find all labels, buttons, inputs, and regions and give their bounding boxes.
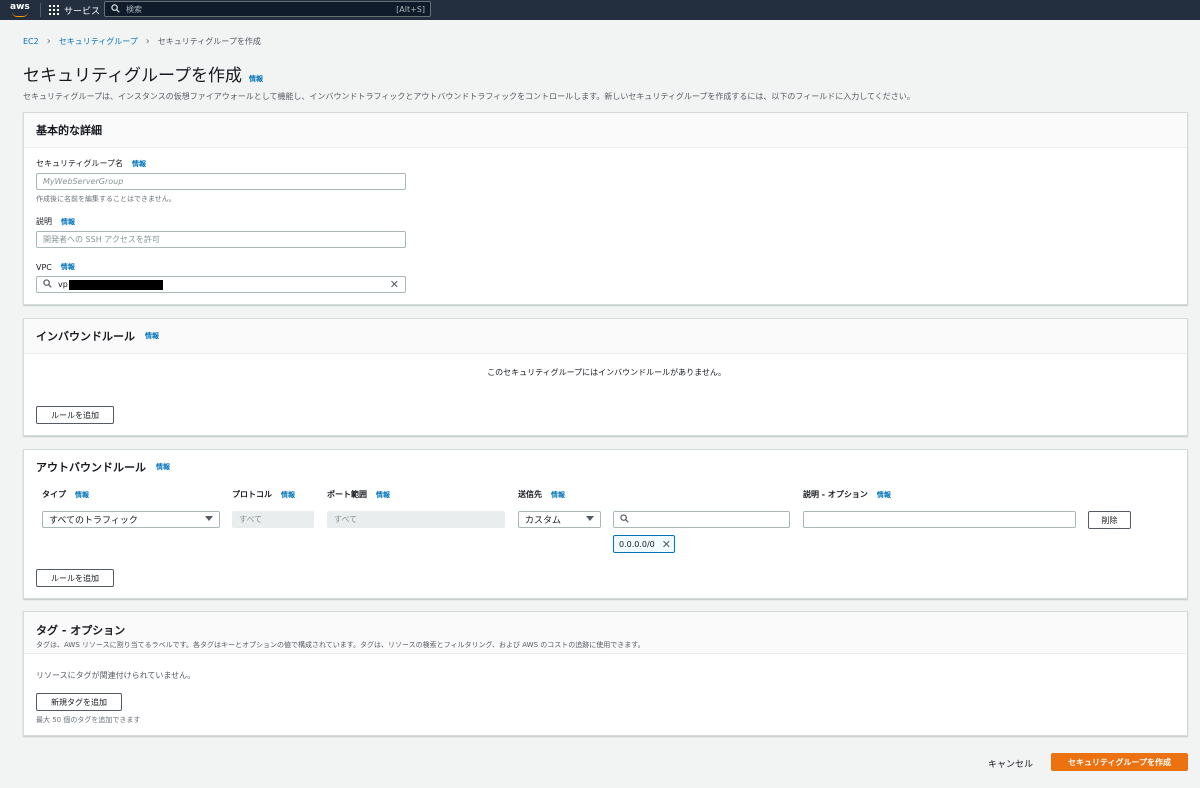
col-description: 説明 - オプション 情報 <box>803 489 891 500</box>
rule-description-input[interactable] <box>803 511 1076 528</box>
tags-panel: タグ - オプション タグは、AWS リソースに割り当てるラベルです。各タグはキ… <box>23 611 1188 736</box>
cancel-button[interactable]: キャンセル <box>988 757 1033 770</box>
clear-icon[interactable]: ✕ <box>390 279 399 291</box>
description-label: 説明 情報 <box>36 216 75 227</box>
search-icon <box>620 514 629 525</box>
description-label-text: 説明 <box>36 217 52 226</box>
outbound-add-rule-button[interactable]: ルールを追加 <box>36 569 114 587</box>
create-security-group-button[interactable]: セキュリティグループを作成 <box>1051 753 1188 771</box>
chevron-right-icon: › <box>46 36 51 47</box>
search-icon <box>43 279 52 290</box>
breadcrumb-ec2[interactable]: EC2 <box>23 37 39 46</box>
tags-empty-text: リソースにタグが関連付けられていません。 <box>36 671 196 680</box>
sg-name-input[interactable]: MyWebServerGroup <box>36 173 406 190</box>
add-tag-button[interactable]: 新規タグを追加 <box>36 693 122 711</box>
tags-header: タグ - オプション タグは、AWS リソースに割り当てるラベルです。各タグはキ… <box>24 612 1187 654</box>
protocol-value: すべて <box>239 515 263 524</box>
col-port-range: ポート範囲 情報 <box>327 489 390 500</box>
cidr-token: 0.0.0.0/0 ✕ <box>613 535 675 553</box>
inbound-rules-panel: インバウンドルール 情報 このセキュリティグループにはインバウンドルールがありま… <box>23 318 1188 436</box>
global-search-input[interactable]: 検索 [Alt+S] <box>104 1 431 17</box>
vpc-label-text: VPC <box>36 262 52 272</box>
type-select-value: すべてのトラフィック <box>49 516 138 526</box>
top-navigation-bar: aws サービス 検索 [Alt+S] <box>0 0 1200 20</box>
chevron-right-icon: › <box>145 36 150 47</box>
vpc-info-link[interactable]: 情報 <box>61 262 75 272</box>
sg-name-info-link[interactable]: 情報 <box>132 159 146 169</box>
basic-details-panel: 基本的な詳細 セキュリティグループ名 情報 MyWebServerGroup 作… <box>23 112 1188 305</box>
breadcrumb-current: セキュリティグループを作成 <box>157 37 261 46</box>
col-protocol-info-link[interactable]: 情報 <box>281 490 295 500</box>
outbound-rules-title: アウトバウンドルール <box>36 461 146 474</box>
vpc-select[interactable]: vp ✕ <box>36 276 406 293</box>
sg-name-label-text: セキュリティグループ名 <box>36 159 124 168</box>
breadcrumb: EC2 › セキュリティグループ › セキュリティグループを作成 <box>23 36 261 47</box>
vpc-label: VPC 情報 <box>36 262 75 272</box>
col-type-label: タイプ <box>42 490 66 499</box>
type-select[interactable]: すべてのトラフィック <box>42 511 220 528</box>
sg-name-hint: 作成後に名前を編集することはできません。 <box>36 195 176 203</box>
page-title: セキュリティグループを作成 情報 <box>23 61 263 86</box>
remove-token-icon[interactable]: ✕ <box>662 538 671 551</box>
outbound-rules-panel: アウトバウンドルール 情報 タイプ 情報 プロトコル 情報 ポート範囲 情報 送… <box>23 449 1188 599</box>
inbound-empty-text: このセキュリティグループにはインバウンドルールがありません。 <box>487 368 726 377</box>
tags-limit-hint: 最大 50 個のタグを追加できます <box>36 716 141 724</box>
grid-icon <box>49 5 59 15</box>
inbound-info-link[interactable]: 情報 <box>145 331 159 341</box>
port-range-value: すべて <box>334 515 358 524</box>
description-input[interactable]: 開発者への SSH アクセスを許可 <box>36 231 406 248</box>
tags-description: タグは、AWS リソースに割り当てるラベルです。各タグはキーとオプションの値で構… <box>36 641 645 649</box>
redacted-block <box>68 279 163 290</box>
nav-divider <box>40 3 41 17</box>
page-description: セキュリティグループは、インスタンスの仮想ファイアウォールとして機能し、インバウ… <box>23 92 915 101</box>
col-destination: 送信先 情報 <box>518 489 565 500</box>
col-destination-label: 送信先 <box>518 490 542 499</box>
col-description-info-link[interactable]: 情報 <box>877 490 891 500</box>
basic-details-title: 基本的な詳細 <box>36 124 102 137</box>
cidr-token-value: 0.0.0.0/0 <box>619 539 655 549</box>
col-type: タイプ 情報 <box>42 489 89 500</box>
search-shortcut: [Alt+S] <box>396 4 425 14</box>
tags-title: タグ - オプション <box>36 624 126 637</box>
cidr-search-input[interactable] <box>613 511 790 528</box>
sg-name-placeholder: MyWebServerGroup <box>43 177 124 186</box>
col-port-range-label: ポート範囲 <box>327 490 367 499</box>
services-label: サービス <box>64 6 101 17</box>
inbound-rules-title: インバウンドルール <box>36 330 135 343</box>
col-description-label: 説明 - オプション <box>803 490 868 499</box>
breadcrumb-security-groups[interactable]: セキュリティグループ <box>59 36 138 47</box>
col-protocol-label: プロトコル <box>232 490 272 499</box>
col-port-range-info-link[interactable]: 情報 <box>376 490 390 500</box>
destination-select-value: カスタム <box>525 516 562 526</box>
vpc-value: vp <box>58 280 68 289</box>
search-placeholder: 検索 <box>126 4 142 14</box>
page-title-text: セキュリティグループを作成 <box>23 66 242 86</box>
sg-name-label: セキュリティグループ名 情報 <box>36 158 146 169</box>
outbound-info-link[interactable]: 情報 <box>156 462 170 472</box>
description-info-link[interactable]: 情報 <box>61 217 75 227</box>
outbound-rules-header: アウトバウンドルール 情報 <box>24 450 1187 484</box>
col-type-info-link[interactable]: 情報 <box>75 490 89 500</box>
aws-logo-text: aws <box>10 2 30 12</box>
services-menu-button[interactable]: サービス <box>49 3 100 17</box>
aws-logo[interactable]: aws <box>10 1 32 19</box>
description-placeholder: 開発者への SSH アクセスを許可 <box>43 235 160 244</box>
aws-smile-icon <box>12 12 28 17</box>
inbound-rules-header: インバウンドルール 情報 <box>24 319 1187 354</box>
port-range-field: すべて <box>327 511 505 528</box>
col-destination-info-link[interactable]: 情報 <box>551 490 565 500</box>
basic-details-header: 基本的な詳細 <box>24 113 1187 148</box>
caret-down-icon <box>586 516 594 521</box>
caret-down-icon <box>205 516 213 521</box>
page-info-link[interactable]: 情報 <box>249 74 263 84</box>
protocol-field: すべて <box>232 511 314 528</box>
delete-rule-button[interactable]: 削除 <box>1088 511 1131 529</box>
inbound-add-rule-button[interactable]: ルールを追加 <box>36 406 114 424</box>
search-icon <box>111 3 120 15</box>
col-protocol: プロトコル 情報 <box>232 489 295 500</box>
destination-select[interactable]: カスタム <box>518 511 601 528</box>
